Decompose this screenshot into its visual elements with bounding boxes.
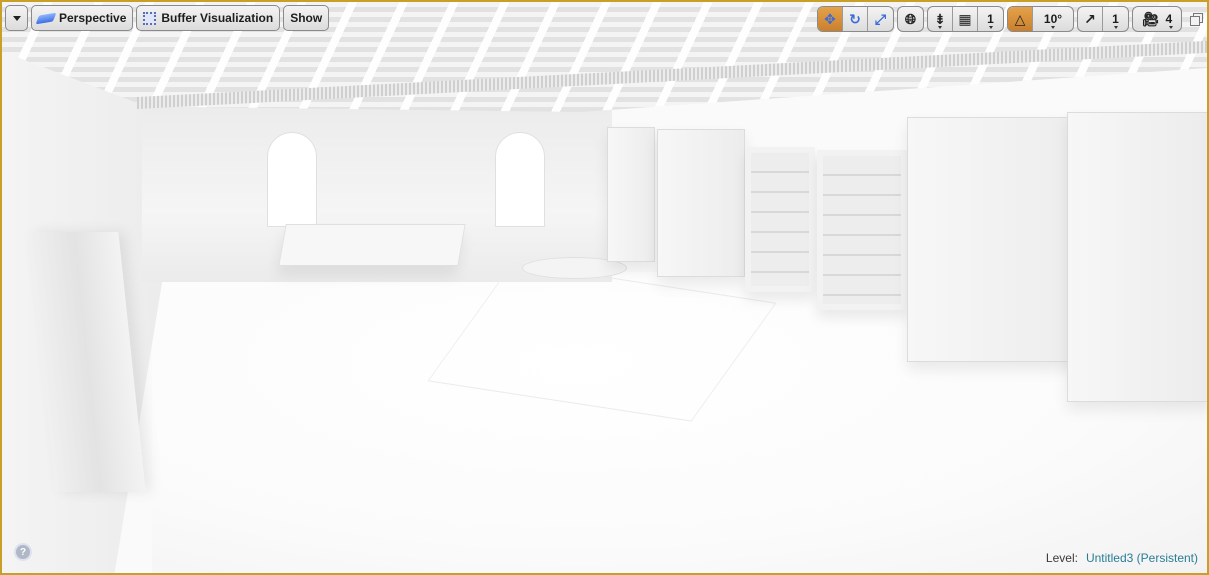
- buffer-visualization-icon: [143, 11, 157, 25]
- grid-snap-value[interactable]: 1: [978, 7, 1003, 31]
- window: [267, 132, 317, 227]
- rotate-button[interactable]: ↻: [843, 7, 868, 31]
- coordinate-system-group: 🌐︎: [897, 6, 924, 32]
- scene-render[interactable]: [2, 2, 1207, 573]
- wardrobe: [657, 129, 745, 277]
- maximize-icon[interactable]: [1189, 12, 1203, 26]
- level-viewport[interactable]: Perspective Buffer Visualization Show ✥ …: [0, 0, 1209, 575]
- scale-snap-value[interactable]: 1: [1103, 7, 1128, 31]
- rotate-icon: ↻: [849, 11, 861, 27]
- level-name: Untitled3 (Persistent): [1085, 551, 1198, 565]
- level-info: Level: Untitled3 (Persistent): [1046, 551, 1198, 565]
- grid-icon: ▦: [958, 11, 972, 27]
- wardrobe: [607, 127, 655, 262]
- camera-speed-value: 4: [1165, 12, 1173, 26]
- viewport-toolbar-left: Perspective Buffer Visualization Show: [5, 5, 330, 31]
- buffer-visualization-label: Buffer Visualization: [161, 11, 274, 25]
- chevron-down-icon: [938, 26, 942, 29]
- camera-icon: 🎥︎: [1141, 11, 1160, 27]
- camera-speed-button[interactable]: 🎥︎ 4: [1133, 7, 1181, 31]
- show-label: Show: [290, 11, 323, 25]
- level-label: Level:: [1045, 551, 1078, 565]
- grid-snap-value-text: 1: [987, 12, 994, 26]
- scale-icon: ⤢: [874, 11, 887, 27]
- buffer-visualization-button[interactable]: Buffer Visualization: [136, 5, 281, 31]
- viewport-options-button[interactable]: [5, 5, 28, 31]
- viewport-toolbar-right: ✥ ↻ ⤢ 🌐︎ ⇟ ▦ 1 △ 10° ↗ 1 🎥︎ 4: [817, 6, 1203, 32]
- chevron-down-icon: [12, 15, 21, 21]
- wardrobe: [1067, 112, 1207, 402]
- perspective-icon: [35, 12, 57, 24]
- scale-snap-toggle[interactable]: ↗: [1078, 7, 1103, 31]
- grid-snap-toggle[interactable]: ▦: [953, 7, 978, 31]
- translate-button[interactable]: ✥: [818, 7, 843, 31]
- snapping-group: ⇟ ▦ 1: [927, 6, 1004, 32]
- chevron-down-icon: [988, 26, 993, 29]
- perspective-button[interactable]: Perspective: [31, 5, 134, 31]
- scale-arrow-icon: ↗: [1084, 11, 1096, 27]
- surface-snapping-button[interactable]: ⇟: [928, 7, 953, 31]
- chevron-down-icon: [1113, 26, 1118, 29]
- move-icon: ✥: [824, 11, 836, 27]
- scale-button[interactable]: ⤢: [868, 7, 893, 31]
- chevron-down-icon: [1051, 26, 1055, 29]
- rotation-snap-value[interactable]: 10°: [1033, 7, 1073, 31]
- bookshelf: [745, 147, 815, 292]
- window: [495, 132, 545, 227]
- help-icon[interactable]: ?: [16, 545, 30, 559]
- rotation-snap-group: △ 10°: [1007, 6, 1074, 32]
- camera-speed-group: 🎥︎ 4: [1132, 6, 1182, 32]
- surface-snap-icon: ⇟: [934, 11, 946, 27]
- coordinate-system-button[interactable]: 🌐︎: [898, 7, 923, 31]
- angle-icon: △: [1014, 11, 1026, 27]
- rotation-snap-value-text: 10°: [1043, 12, 1063, 26]
- scale-snap-value-text: 1: [1112, 12, 1119, 26]
- bookshelf: [817, 150, 907, 310]
- show-button[interactable]: Show: [283, 5, 330, 31]
- scale-snap-group: ↗ 1: [1077, 6, 1129, 32]
- rotation-snap-toggle[interactable]: △: [1008, 7, 1033, 31]
- perspective-label: Perspective: [59, 11, 127, 25]
- globe-icon: 🌐︎: [904, 11, 917, 27]
- dining-table: [278, 224, 466, 266]
- transform-tools-group: ✥ ↻ ⤢: [817, 6, 894, 32]
- chevron-down-icon: [1169, 26, 1173, 29]
